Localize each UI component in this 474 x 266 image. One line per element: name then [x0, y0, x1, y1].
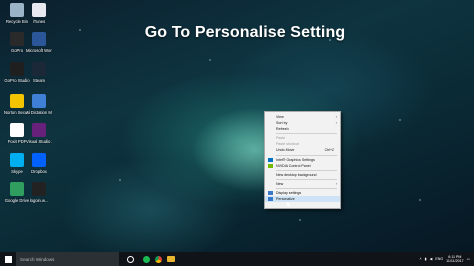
menu-separator: [276, 154, 337, 156]
menu-item-nvidia-control-panel[interactable]: NVIDIA Control Panel: [265, 163, 340, 169]
page-title: Go To Personalise Setting: [144, 24, 346, 41]
foxit-icon: [10, 123, 24, 137]
start-button[interactable]: [0, 252, 16, 266]
steam-icon: [32, 62, 46, 76]
taskbar: Search Windows ˄ ▮ ◀ ENG 6:11 PM 11/11/2…: [0, 252, 474, 266]
search-placeholder: Search Windows: [20, 256, 55, 262]
itunes-icon: [32, 3, 46, 17]
desktop-icon-label: Visual Studio 2015: [26, 139, 52, 144]
system-tray: ˄ ▮ ◀ ENG 6:11 PM 11/11/2017 ▭: [419, 255, 474, 264]
menu-item-shortcut: Ctrl+Z: [324, 148, 334, 153]
dictation-icon: [32, 94, 46, 108]
desktop-icon[interactable]: Ai Dictation Monitor: [26, 94, 52, 115]
desktop-icon-label: Steam: [32, 78, 46, 83]
menu-separator: [276, 169, 337, 171]
desktop-icon-label: Dropbox: [31, 169, 47, 174]
menu-separator: [276, 187, 337, 189]
google-drive-icon: [10, 182, 24, 196]
spotify-icon[interactable]: [143, 255, 150, 263]
norton-icon: [10, 94, 24, 108]
menu-item-new-desktop-background[interactable]: New desktop background: [265, 172, 340, 178]
folder-icon[interactable]: [167, 256, 175, 262]
intel-graphics-icon: [268, 157, 273, 162]
dropbox-icon: [32, 153, 46, 167]
desktop-icon[interactable]: Visual Studio 2015: [26, 123, 52, 144]
notifications-icon[interactable]: ▭: [467, 257, 470, 261]
chrome-icon[interactable]: [155, 255, 162, 263]
clock[interactable]: 6:11 PM 11/11/2017: [446, 255, 463, 264]
menu-item-label: New: [276, 181, 284, 186]
menu-item-label: View: [276, 115, 284, 119]
chevron-right-icon: ›: [335, 180, 337, 186]
desktop-icon-label: Microsoft Word 2010: [26, 48, 52, 53]
menu-item-label: Paste shortcut: [276, 142, 299, 147]
recycle-bin-icon: [10, 3, 24, 17]
desktop-icon[interactable]: logoin.w...: [26, 182, 52, 203]
task-view-icon[interactable]: [127, 255, 134, 263]
desktop-icon[interactable]: Dropbox: [26, 153, 52, 174]
menu-item-refresh[interactable]: Refresh: [265, 126, 340, 132]
menu-item-label: Intel® Graphics Settings: [276, 157, 315, 162]
skype-icon: [10, 153, 24, 167]
menu-item-label: Refresh: [276, 127, 289, 132]
menu-item-personalize[interactable]: Personalize: [265, 196, 340, 203]
desktop-icon-label: logoin.w...: [29, 198, 49, 203]
menu-separator: [276, 133, 337, 135]
display-settings-icon: [268, 190, 273, 195]
menu-item-label: Undo Move: [276, 148, 295, 153]
menu-item-label: Personalize: [276, 197, 295, 202]
desktop-icon[interactable]: iTunes: [26, 3, 52, 24]
logoin-icon: [32, 182, 46, 196]
nvidia-icon: [268, 163, 273, 168]
menu-item-label: Display settings: [276, 190, 302, 195]
desktop-icon-label: Ai Dictation Monitor: [26, 110, 52, 115]
desktop-icon-label: iTunes: [32, 19, 46, 24]
visual-studio-icon: [32, 123, 46, 137]
chevron-up-icon[interactable]: ˄: [419, 257, 421, 261]
volume-icon[interactable]: ◀: [430, 257, 433, 261]
taskbar-search-box[interactable]: Search Windows: [16, 252, 119, 266]
word-icon: [32, 32, 46, 46]
gopro-studio-icon: [10, 62, 24, 76]
desktop-icon[interactable]: Microsoft Word 2010: [26, 32, 52, 53]
clock-date: 11/11/2017: [446, 259, 464, 263]
desktop-icon[interactable]: Steam: [26, 62, 52, 83]
menu-item-undo-move[interactable]: Undo Move Ctrl+Z: [265, 147, 340, 153]
gopro-icon: [10, 32, 24, 46]
menu-item-label: Paste: [276, 136, 286, 141]
menu-item-new[interactable]: New ›: [265, 181, 340, 187]
menu-item-label: Sort by: [276, 121, 288, 126]
network-icon[interactable]: ▮: [425, 257, 427, 261]
menu-item-label: NVIDIA Control Panel: [276, 163, 311, 168]
menu-separator: [276, 178, 337, 180]
windows-logo-icon: [4, 255, 12, 263]
desktop-context-menu: View › Sort by › Refresh Paste Paste shortcut U…: [264, 111, 341, 209]
personalize-icon: [268, 197, 273, 202]
menu-item-label: New desktop background: [276, 172, 317, 177]
language-indicator[interactable]: ENG: [435, 257, 443, 261]
